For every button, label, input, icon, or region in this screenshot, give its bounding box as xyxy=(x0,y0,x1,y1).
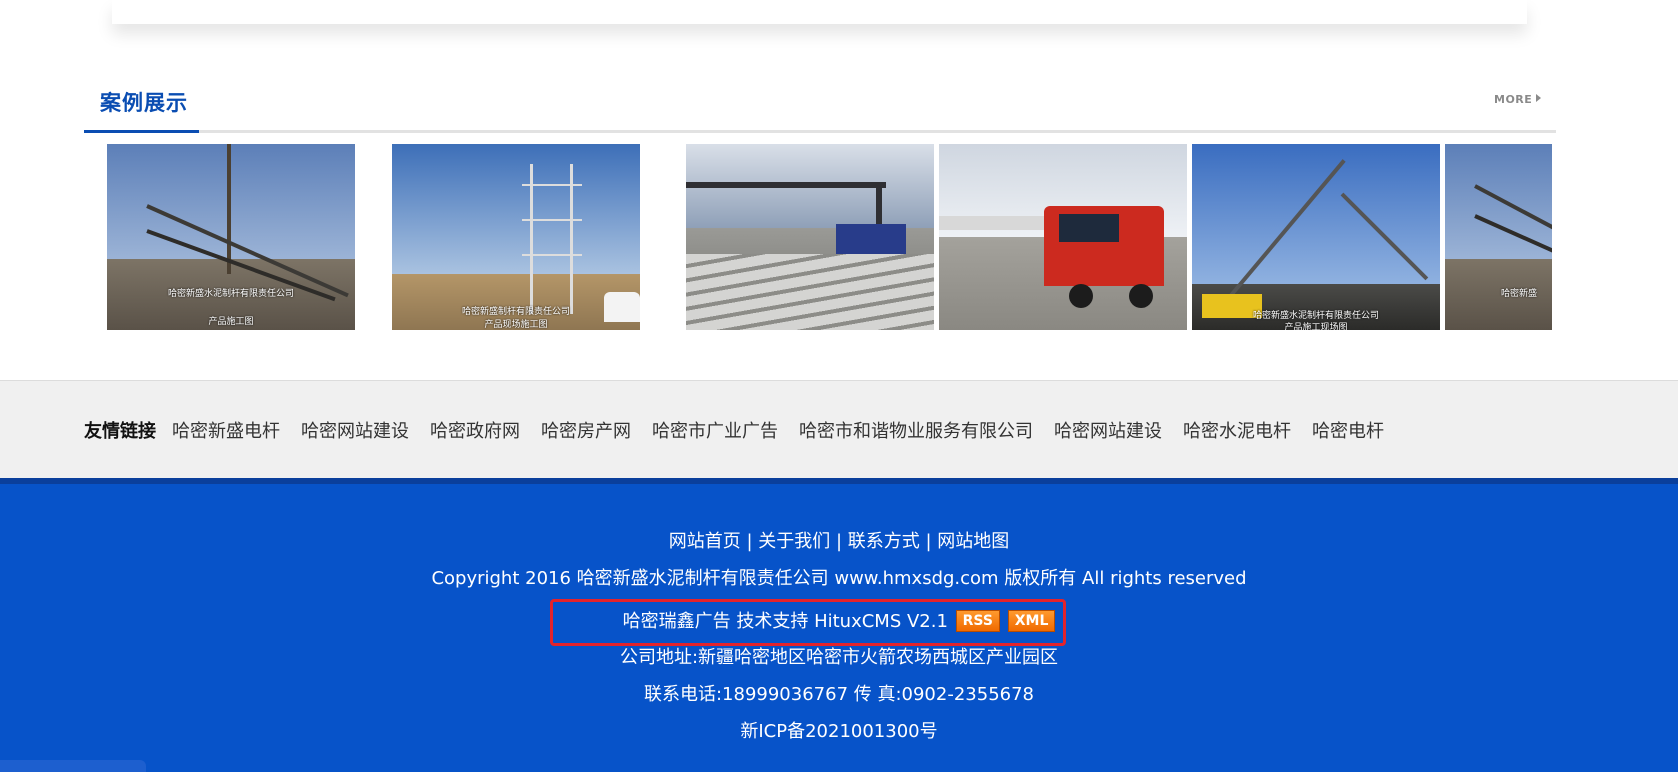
case-photo-5[interactable]: 哈密新盛水泥制杆有限责任公司 产品施工现场图 xyxy=(1192,144,1440,330)
friend-link[interactable]: 哈密市广业广告 xyxy=(652,417,778,443)
highlight-annotation xyxy=(550,599,1066,646)
footer-nav: 网站首页 | 关于我们 | 联系方式 | 网站地图 xyxy=(0,530,1678,554)
footer-nav-contact[interactable]: 联系方式 xyxy=(848,531,920,552)
copyright-text: Copyright 2016 哈密新盛水泥制杆有限责任公司 www.hmxsdg… xyxy=(431,568,1247,589)
case-gallery: 哈密新盛水泥制杆有限责任公司 产品施工图 哈密新盛制杆有限责任公司 产品现场施工… xyxy=(107,144,1552,330)
friend-link[interactable]: 哈密网站建设 xyxy=(1054,417,1162,443)
icp-link[interactable]: 新ICP备2021001300号 xyxy=(0,720,1678,744)
more-label[interactable]: MORE xyxy=(1494,93,1532,106)
footer-nav-sitemap[interactable]: 网站地图 xyxy=(937,531,1009,552)
site-footer: 网站首页 | 关于我们 | 联系方式 | 网站地图 Copyright 2016… xyxy=(0,478,1678,772)
friend-link[interactable]: 哈密市和谐物业服务有限公司 xyxy=(799,417,1033,443)
address-text: 公司地址:新疆哈密地区哈密市火箭农场西城区产业园区 xyxy=(619,647,1059,668)
photo-caption: 哈密新盛制杆有限责任公司 xyxy=(461,307,570,317)
case-section-header: 案例展示 MORE xyxy=(84,82,1556,133)
more-link[interactable]: MORE xyxy=(1494,93,1542,106)
nav-separator: | xyxy=(740,531,759,552)
friend-link[interactable]: 哈密政府网 xyxy=(430,417,520,443)
photo-caption: 产品施工现场图 xyxy=(1284,323,1348,330)
friend-link[interactable]: 哈密新盛电杆 xyxy=(172,417,280,443)
photo-caption: 产品现场施工图 xyxy=(484,320,548,330)
friend-links-label: 友情链接 xyxy=(84,421,156,442)
footer-nav-about[interactable]: 关于我们 xyxy=(758,531,830,552)
contact-text: 联系电话:18999036767 传 真:0902-2355678 xyxy=(643,684,1034,705)
footer-nav-home[interactable]: 网站首页 xyxy=(669,531,741,552)
corner-tab xyxy=(0,760,146,772)
case-photo-2[interactable]: 哈密新盛制杆有限责任公司 产品现场施工图 xyxy=(392,144,640,330)
friend-links-list: 哈密新盛电杆 哈密网站建设 哈密政府网 哈密房产网 哈密市广业广告 哈密市和谐物… xyxy=(172,417,1384,443)
photo-caption: 哈密新盛水泥制杆有限责任公司 xyxy=(167,289,294,299)
chevron-right-icon xyxy=(1536,94,1542,102)
friend-link[interactable]: 哈密网站建设 xyxy=(301,417,409,443)
case-photo-6[interactable]: 哈密新盛 xyxy=(1445,144,1552,330)
case-section-title: 案例展示 xyxy=(100,91,188,115)
nav-separator: | xyxy=(830,531,848,552)
nav-separator: | xyxy=(919,531,938,552)
case-photo-3[interactable] xyxy=(686,144,934,330)
friend-links-bar: 友情链接 哈密新盛电杆 哈密网站建设 哈密政府网 哈密房产网 哈密市广业广告 哈… xyxy=(0,380,1678,479)
friend-link[interactable]: 哈密房产网 xyxy=(541,417,631,443)
case-photo-4[interactable] xyxy=(939,144,1187,330)
previous-section-shadow xyxy=(112,0,1527,24)
case-photo-1[interactable]: 哈密新盛水泥制杆有限责任公司 产品施工图 xyxy=(107,144,355,330)
photo-caption: 哈密新盛 xyxy=(1501,289,1538,299)
friend-link[interactable]: 哈密电杆 xyxy=(1312,417,1384,443)
case-title-underline xyxy=(84,130,199,133)
photo-caption: 产品施工图 xyxy=(208,317,254,327)
friend-link[interactable]: 哈密水泥电杆 xyxy=(1183,417,1291,443)
